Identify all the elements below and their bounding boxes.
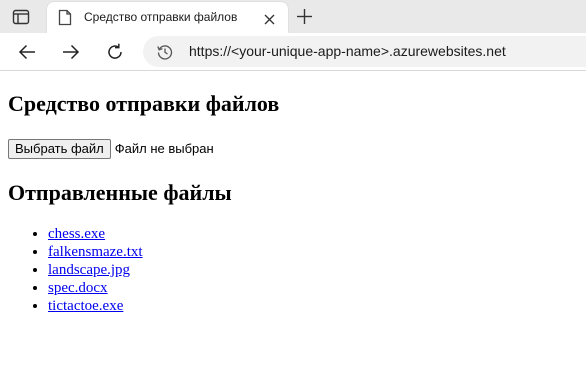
tab-strip: Средство отправки файлов xyxy=(0,0,586,33)
list-item: chess.exe xyxy=(48,225,143,243)
file-link[interactable]: chess.exe xyxy=(48,226,105,242)
file-link[interactable]: landscape.jpg xyxy=(48,262,130,278)
file-input: Выбрать файл Файл не выбран xyxy=(8,138,214,159)
site-info-icon[interactable] xyxy=(156,43,174,61)
url-text[interactable]: https://<your-unique-app-name>.azurewebs… xyxy=(189,43,506,59)
tab-title: Средство отправки файлов xyxy=(84,10,238,24)
navigation-toolbar: https://<your-unique-app-name>.azurewebs… xyxy=(0,33,586,71)
active-tab[interactable]: Средство отправки файлов xyxy=(47,2,288,33)
list-item: falkensmaze.txt xyxy=(48,243,143,261)
list-item: landscape.jpg xyxy=(48,261,143,279)
close-icon[interactable] xyxy=(264,12,275,25)
choose-file-button[interactable]: Выбрать файл xyxy=(8,138,111,159)
reload-icon[interactable] xyxy=(105,42,125,62)
uploaded-file-list: chess.exe falkensmaze.txt landscape.jpg … xyxy=(8,225,143,315)
page-favicon-icon xyxy=(58,9,72,26)
back-arrow-icon[interactable] xyxy=(17,42,37,62)
tab-actions-icon[interactable] xyxy=(11,7,31,27)
file-status-text: Файл не выбран xyxy=(114,141,214,156)
file-link[interactable]: spec.docx xyxy=(48,280,108,296)
file-link[interactable]: falkensmaze.txt xyxy=(48,244,143,260)
uploaded-files-heading: Отправленные файлы xyxy=(8,180,232,205)
plus-icon[interactable] xyxy=(295,7,314,26)
list-item: spec.docx xyxy=(48,279,143,297)
list-item: tictactoe.exe xyxy=(48,297,143,315)
page-title: Средство отправки файлов xyxy=(8,91,280,116)
address-bar[interactable]: https://<your-unique-app-name>.azurewebs… xyxy=(143,36,586,67)
file-link[interactable]: tictactoe.exe xyxy=(48,298,123,314)
forward-arrow-icon[interactable] xyxy=(61,42,81,62)
